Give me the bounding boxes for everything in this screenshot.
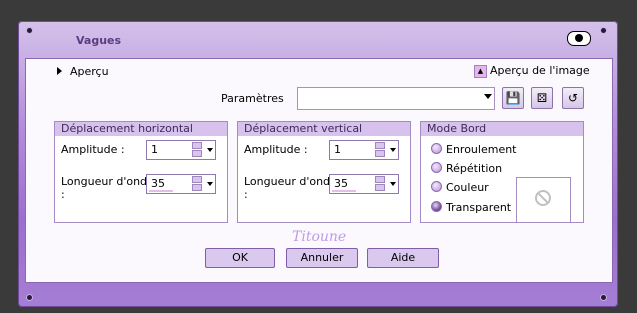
v-wavelength-value: 35 (334, 177, 348, 190)
h-amplitude-label: Amplitude : (61, 143, 125, 156)
window-title: Vagues (76, 34, 122, 47)
image-preview-toggle[interactable]: ▲ Aperçu de l'image (474, 64, 590, 78)
ok-button[interactable]: OK (205, 248, 275, 268)
chevron-down-icon[interactable] (390, 148, 396, 152)
v-wavelength-label: Longueur d'onde (244, 175, 337, 188)
radio-couleur[interactable]: Couleur (431, 181, 489, 194)
radio-transparent[interactable]: Transparent (431, 201, 511, 214)
radio-icon (431, 181, 442, 192)
rivet-icon (27, 28, 32, 33)
radio-label: Couleur (446, 181, 489, 194)
radio-selected-icon (431, 201, 442, 212)
h-wavelength-label: Longueur d'onde (61, 175, 154, 188)
edge-mode-group: Mode Bord Enroulement Répétition Couleur… (420, 121, 584, 223)
edge-mode-title: Mode Bord (421, 122, 583, 136)
rivet-icon (601, 295, 606, 300)
h-amplitude-value: 1 (151, 143, 158, 156)
h-wavelength-stepper[interactable]: 35 (146, 174, 216, 194)
save-preset-button[interactable]: 💾 (502, 87, 524, 109)
spin-up-icon[interactable] (375, 142, 385, 149)
chevron-down-icon[interactable] (207, 148, 213, 152)
reset-icon: ↺ (567, 91, 579, 105)
spin-up-icon[interactable] (192, 142, 202, 149)
h-amplitude-stepper[interactable]: 1 (146, 140, 216, 160)
dice-icon: ⚄ (536, 91, 548, 105)
help-button[interactable]: Aide (367, 248, 439, 268)
v-wavelength-slider[interactable] (332, 190, 356, 192)
spin-down-icon[interactable] (375, 150, 385, 157)
chevron-down-icon[interactable] (390, 182, 396, 186)
h-wavelength-value: 35 (151, 177, 165, 190)
chevron-down-icon (484, 94, 492, 99)
radio-label: Enroulement (446, 143, 517, 156)
toggle-preview-eye-icon[interactable] (567, 31, 591, 46)
watermark-signature: Titoune (292, 229, 347, 245)
h-wavelength-slider[interactable] (149, 190, 173, 192)
rivet-icon (601, 28, 606, 33)
v-amplitude-stepper[interactable]: 1 (329, 140, 399, 160)
image-preview-label: Aperçu de l'image (490, 64, 590, 77)
image-preview-icon: ▲ (474, 64, 487, 78)
params-label: Paramètres (221, 92, 284, 105)
randomize-button[interactable]: ⚄ (531, 87, 553, 109)
radio-icon (431, 162, 442, 173)
color-swatch[interactable] (516, 177, 571, 223)
expand-triangle-icon (57, 67, 62, 75)
rivet-icon (27, 295, 32, 300)
v-wavelength-colon: : (244, 188, 248, 201)
preview-toggle[interactable]: Aperçu (57, 65, 109, 78)
spin-down-icon[interactable] (192, 150, 202, 157)
v-amplitude-value: 1 (334, 143, 341, 156)
spin-down-icon[interactable] (192, 184, 202, 191)
spin-up-icon[interactable] (375, 176, 385, 183)
radio-repetition[interactable]: Répétition (431, 162, 502, 175)
vertical-group-title: Déplacement vertical (238, 122, 410, 136)
horizontal-group: Déplacement horizontal Amplitude : 1 Lon… (54, 121, 228, 223)
v-amplitude-label: Amplitude : (244, 143, 308, 156)
no-color-icon (535, 190, 551, 206)
chevron-down-icon[interactable] (207, 182, 213, 186)
vertical-group: Déplacement vertical Amplitude : 1 Longu… (237, 121, 411, 223)
reset-button[interactable]: ↺ (562, 87, 584, 109)
horizontal-group-title: Déplacement horizontal (55, 122, 227, 136)
title-bar: Vagues (18, 21, 618, 57)
v-wavelength-stepper[interactable]: 35 (329, 174, 399, 194)
spin-down-icon[interactable] (375, 184, 385, 191)
radio-label: Répétition (446, 162, 503, 175)
radio-label: Transparent (446, 201, 512, 214)
save-icon: 💾 (505, 91, 521, 105)
preview-label: Aperçu (70, 65, 109, 78)
params-dropdown[interactable] (297, 87, 495, 110)
h-wavelength-colon: : (61, 188, 65, 201)
radio-icon (431, 143, 442, 154)
radio-enroulement[interactable]: Enroulement (431, 143, 517, 156)
spin-up-icon[interactable] (192, 176, 202, 183)
cancel-button[interactable]: Annuler (286, 248, 358, 268)
